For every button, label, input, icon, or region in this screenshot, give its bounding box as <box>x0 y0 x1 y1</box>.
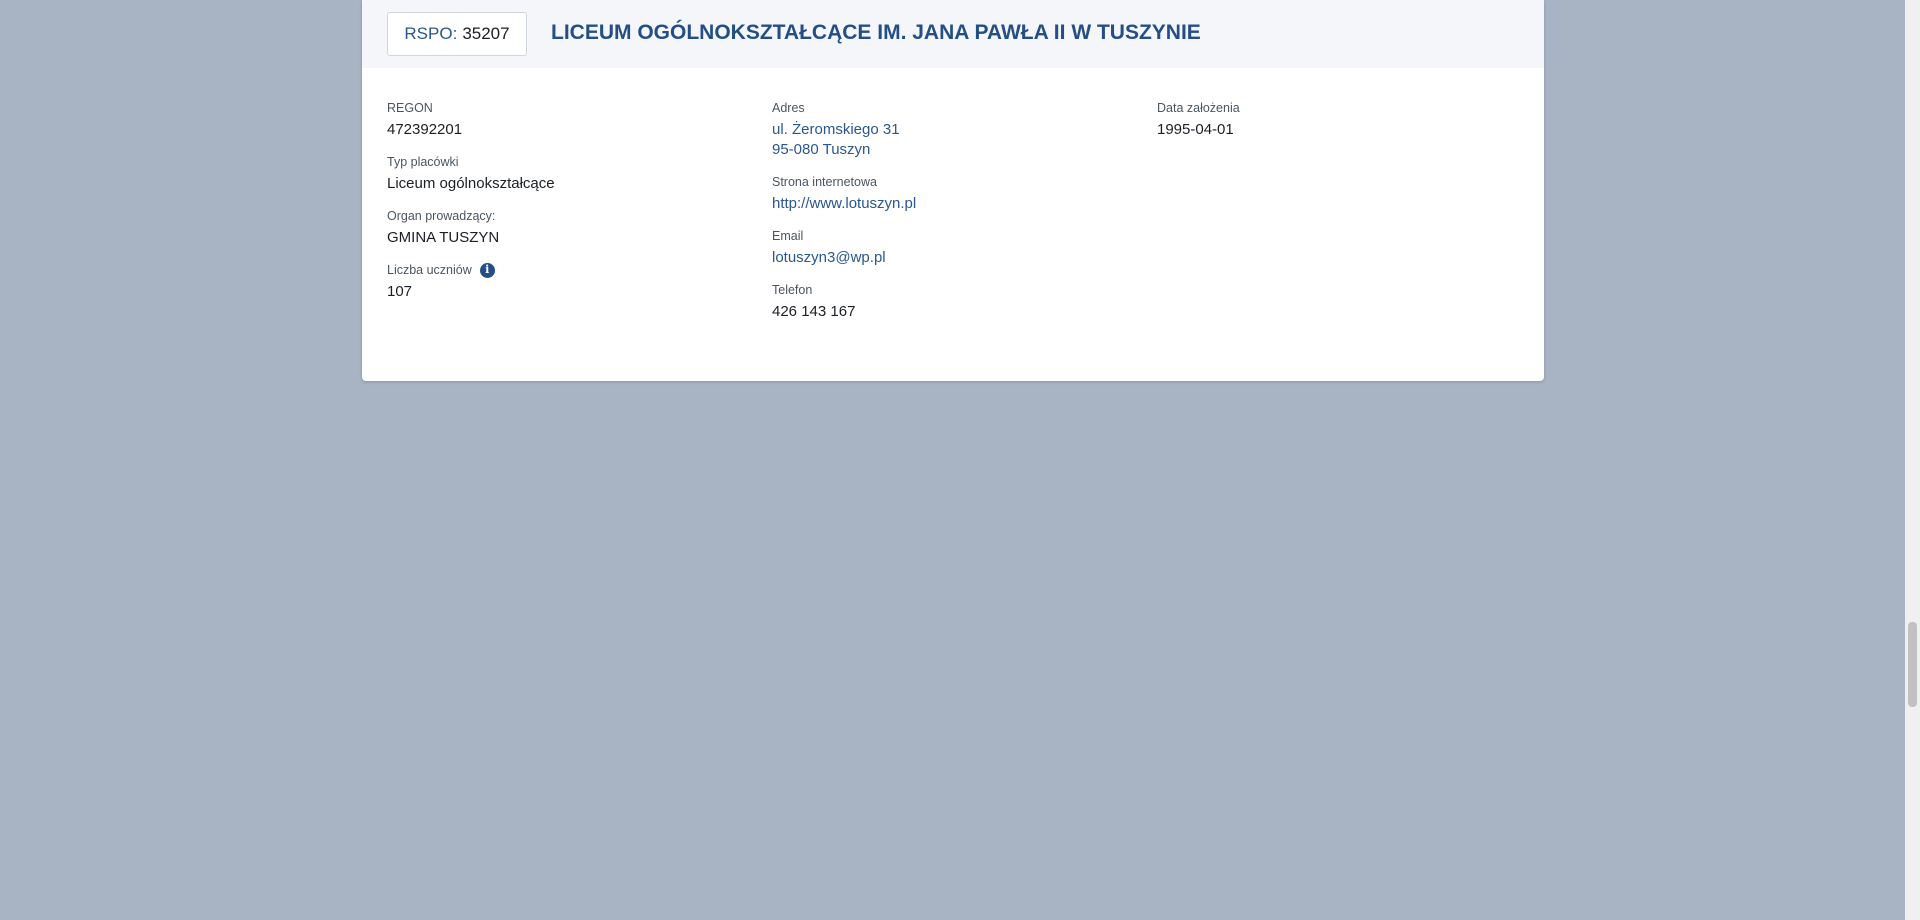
phone-field: Telefon 426 143 167 <box>772 281 1132 322</box>
students-value: 107 <box>387 283 413 300</box>
type-label: Typ placówki <box>387 155 459 169</box>
founded-value: 1995-04-01 <box>1157 121 1234 138</box>
school-title: LICEUM OGÓLNOKSZTAŁCĄCE IM. JANA PAWŁA I… <box>551 21 1201 44</box>
details-column-1: REGON 472392201 Typ placówki Liceum ogól… <box>387 99 747 315</box>
email-link[interactable]: lotuszyn3@wp.pl <box>772 248 1132 268</box>
page: RSPO: 35207 LICEUM OGÓLNOKSZTAŁCĄCE IM. … <box>0 0 1920 920</box>
type-value: Liceum ogólnokształcące <box>387 175 555 192</box>
phone-label: Telefon <box>772 283 813 297</box>
address-link[interactable]: ul. Żeromskiego 31 95-080 Tuszyn <box>772 120 1132 160</box>
organ-label: Organ prowadzący: <box>387 209 496 223</box>
card-header: RSPO: 35207 LICEUM OGÓLNOKSZTAŁCĄCE IM. … <box>362 0 1544 68</box>
students-label-row: Liczba uczniów i <box>387 261 747 279</box>
type-field: Typ placówki Liceum ogólnokształcące <box>387 153 747 194</box>
regon-field: REGON 472392201 <box>387 99 747 140</box>
email-label: Email <box>772 229 804 243</box>
school-card: RSPO: 35207 LICEUM OGÓLNOKSZTAŁCĄCE IM. … <box>362 0 1544 381</box>
details-column-2: Adres ul. Żeromskiego 31 95-080 Tuszyn S… <box>772 99 1132 335</box>
vertical-scrollbar[interactable] <box>1905 0 1920 920</box>
website-link[interactable]: http://www.lotuszyn.pl <box>772 194 1132 214</box>
regon-value: 472392201 <box>387 121 463 138</box>
website-field: Strona internetowa http://www.lotuszyn.p… <box>772 173 1132 214</box>
rspo-badge: RSPO: 35207 <box>387 12 527 56</box>
students-label: Liczba uczniów <box>387 263 472 277</box>
founded-label: Data założenia <box>1157 101 1240 115</box>
address-line-2: 95-080 Tuszyn <box>772 141 871 158</box>
address-label: Adres <box>772 101 805 115</box>
details-column-3: Data założenia 1995-04-01 <box>1157 99 1517 153</box>
address-field: Adres ul. Żeromskiego 31 95-080 Tuszyn <box>772 99 1132 160</box>
rspo-value: 35207 <box>462 24 510 43</box>
students-field: Liczba uczniów i 107 <box>387 261 747 302</box>
founded-field: Data założenia 1995-04-01 <box>1157 99 1517 140</box>
scrollbar-thumb[interactable] <box>1908 622 1917 707</box>
organ-field: Organ prowadzący: GMINA TUSZYN <box>387 207 747 248</box>
organ-value: GMINA TUSZYN <box>387 229 500 246</box>
rspo-label: RSPO: <box>404 24 458 43</box>
info-icon[interactable]: i <box>479 262 495 278</box>
phone-value: 426 143 167 <box>772 303 856 320</box>
address-line-1: ul. Żeromskiego 31 <box>772 121 900 138</box>
email-field: Email lotuszyn3@wp.pl <box>772 227 1132 268</box>
regon-label: REGON <box>387 101 433 115</box>
website-label: Strona internetowa <box>772 175 877 189</box>
